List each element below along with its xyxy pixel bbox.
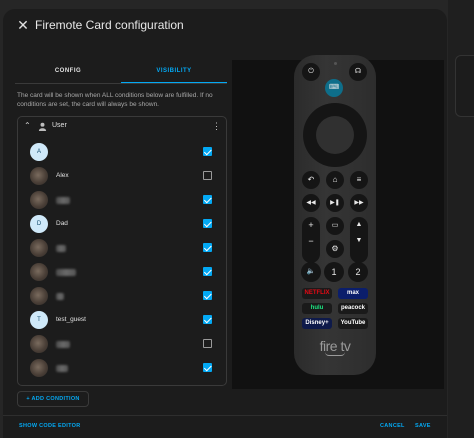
avatar	[30, 359, 48, 377]
user-checkbox[interactable]	[203, 147, 212, 156]
avatar: A	[30, 143, 48, 161]
dialog-title: Firemote Card configuration	[35, 18, 184, 32]
visibility-description: The card will be shown when ALL conditio…	[17, 92, 213, 108]
dialog-header: ✕ Firemote Card configuration	[3, 9, 447, 43]
volume-rocker[interactable]: + −	[302, 217, 320, 263]
redacted-user-name	[56, 197, 70, 204]
user-checkbox[interactable]	[203, 171, 212, 180]
fast-forward-icon[interactable]: ▶▶	[350, 194, 368, 212]
avatar: D	[30, 215, 48, 233]
app-button[interactable]: peacock	[338, 303, 368, 314]
user-row[interactable]: D Dad	[30, 215, 216, 235]
condition-header[interactable]: ⌃ User ⋮	[18, 117, 226, 137]
redacted-user-name	[56, 341, 70, 348]
user-row[interactable]	[30, 191, 216, 211]
user-row[interactable]	[30, 239, 216, 259]
avatar	[30, 263, 48, 281]
avatar	[30, 287, 48, 305]
power-icon[interactable]: ⏻	[302, 63, 320, 81]
settings-icon[interactable]: ⚙	[326, 240, 344, 258]
user-icon	[38, 122, 47, 131]
user-name: test_guest	[56, 316, 86, 323]
mute-icon[interactable]: 🔈	[301, 262, 321, 282]
user-checkbox[interactable]	[203, 363, 212, 372]
user-row[interactable]	[30, 287, 216, 307]
back-icon[interactable]: ↶	[302, 171, 320, 189]
condition-title: User	[52, 122, 67, 129]
background-card	[455, 55, 474, 117]
home-icon[interactable]: ⌂	[326, 171, 344, 189]
user-name: Alex	[56, 172, 69, 179]
redacted-user-name	[56, 269, 76, 276]
user-row[interactable]	[30, 335, 216, 355]
avatar	[30, 191, 48, 209]
user-row[interactable]: A	[30, 143, 216, 163]
avatar	[30, 335, 48, 353]
redacted-user-name	[56, 365, 68, 372]
user-checkbox[interactable]	[203, 339, 212, 348]
app-button[interactable]: Disney+	[302, 318, 332, 329]
user-checkbox[interactable]	[203, 267, 212, 276]
amazon-smile-logo	[325, 352, 345, 356]
dialog-footer: SHOW CODE EDITOR CANCEL SAVE	[3, 415, 447, 438]
channel-rocker[interactable]: ▲ ▼	[350, 217, 368, 263]
play-pause-icon[interactable]: ▶❚	[326, 194, 344, 212]
more-vert-icon[interactable]: ⋮	[212, 121, 221, 131]
user-checkbox[interactable]	[203, 315, 212, 324]
chevron-up-icon[interactable]: ⌃	[24, 122, 31, 130]
avatar	[30, 167, 48, 185]
user-row[interactable]: Alex	[30, 167, 216, 187]
number-one-button[interactable]: 1	[324, 262, 344, 282]
tab-visibility[interactable]: VISIBILITY	[121, 59, 227, 83]
user-row[interactable]	[30, 359, 216, 379]
tab-config[interactable]: CONFIG	[15, 59, 121, 83]
app-button[interactable]: YouTube	[338, 318, 368, 329]
user-row[interactable]: Ttest_guest	[30, 311, 216, 331]
close-icon[interactable]: ✕	[16, 18, 30, 32]
user-checkbox[interactable]	[203, 291, 212, 300]
user-name: Dad	[56, 220, 68, 227]
user-checkbox[interactable]	[203, 195, 212, 204]
user-checkbox[interactable]	[203, 243, 212, 252]
cancel-button[interactable]: CANCEL	[380, 423, 405, 429]
avatar: T	[30, 311, 48, 329]
add-condition-button[interactable]: + ADD CONDITION	[17, 391, 89, 407]
rewind-icon[interactable]: ◀◀	[302, 194, 320, 212]
config-dialog: ✕ Firemote Card configuration CONFIG VIS…	[3, 9, 447, 438]
menu-icon[interactable]: ≡	[350, 171, 368, 189]
keyboard-icon[interactable]: ⌨	[325, 79, 343, 97]
microphone-led	[334, 62, 337, 65]
avatar	[30, 239, 48, 257]
app-button[interactable]: max	[338, 288, 368, 299]
user-condition: ⌃ User ⋮ A Alex D Dad Ttest_guest	[17, 116, 227, 386]
redacted-user-name	[56, 245, 66, 252]
input-source-icon[interactable]: ▭	[326, 217, 344, 235]
tab-divider	[15, 83, 227, 84]
show-code-editor-button[interactable]: SHOW CODE EDITOR	[19, 423, 81, 429]
user-row[interactable]	[30, 263, 216, 283]
app-button[interactable]: hulu	[302, 303, 332, 314]
dpad-select[interactable]	[316, 116, 354, 154]
redacted-user-name	[56, 293, 64, 300]
app-button[interactable]: NETFLIX	[302, 288, 332, 299]
headphones-icon[interactable]: ☊	[349, 63, 367, 81]
save-button[interactable]: SAVE	[415, 423, 431, 429]
user-checkbox[interactable]	[203, 219, 212, 228]
number-two-button[interactable]: 2	[348, 262, 368, 282]
tab-bar: CONFIG VISIBILITY	[15, 59, 227, 83]
